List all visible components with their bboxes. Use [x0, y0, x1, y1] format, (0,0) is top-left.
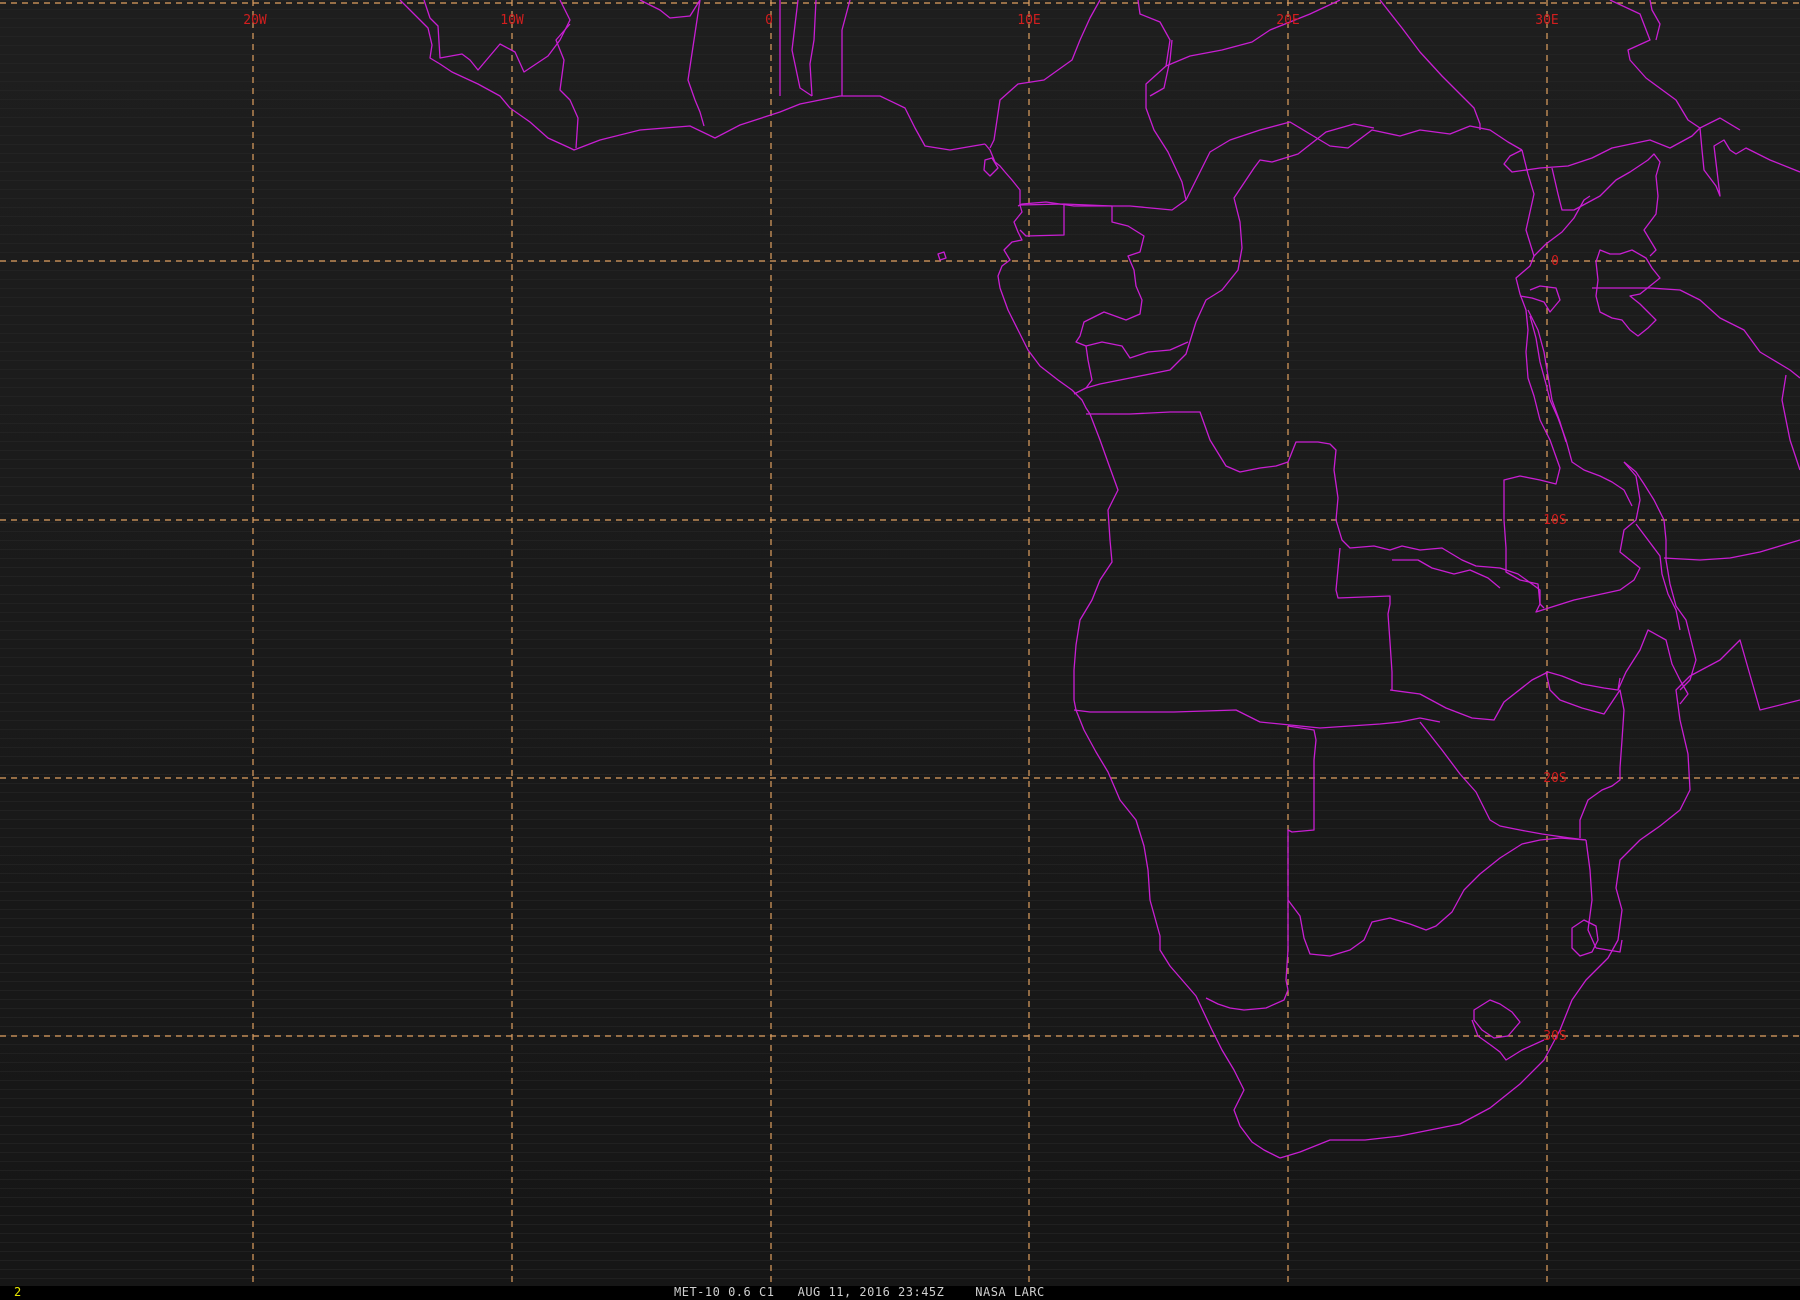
- scanline-texture: [0, 0, 1800, 1286]
- image-caption: MET-10 0.6 C1 AUG 11, 2016 23:45Z NASA L…: [674, 1285, 1045, 1299]
- lat-label-30s: 30S: [1543, 1029, 1566, 1044]
- lon-label-10w: 10W: [500, 13, 524, 28]
- lon-label-10e: 10E: [1017, 13, 1040, 28]
- lat-label-0: 0: [1551, 254, 1559, 269]
- lon-label-20w: 20W: [243, 13, 267, 28]
- frame-number: 2: [14, 1285, 22, 1299]
- status-bar: 2 MET-10 0.6 C1 AUG 11, 2016 23:45Z NASA…: [0, 1286, 1800, 1300]
- satellite-map: 20W 10W 0 10E 20E 30E 0 10S 20S 30S: [0, 0, 1800, 1286]
- lon-label-30e: 30E: [1535, 13, 1558, 28]
- lat-label-20s: 20S: [1543, 771, 1566, 786]
- lat-label-10s: 10S: [1543, 513, 1566, 528]
- lon-label-20e: 20E: [1276, 13, 1299, 28]
- lon-label-0: 0: [765, 13, 773, 28]
